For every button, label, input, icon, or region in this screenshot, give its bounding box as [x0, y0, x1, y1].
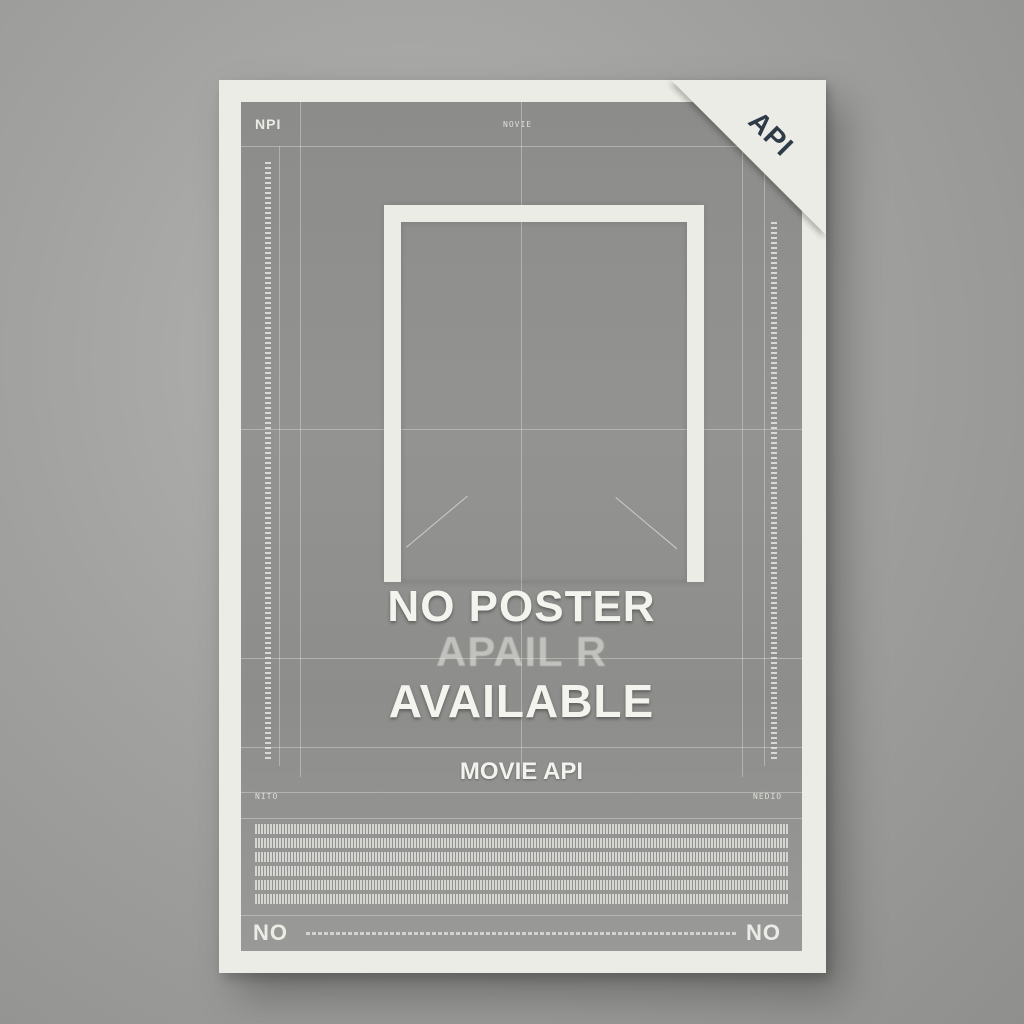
fine-print-block — [255, 824, 789, 908]
footer-left-tag: NITO — [255, 792, 279, 801]
footer-right-tag: NEDIO — [753, 792, 783, 801]
ghost-text: APAIL R — [435, 628, 608, 675]
headline-no-poster: NO POSTER — [387, 582, 656, 631]
bottom-fine-line — [306, 932, 736, 935]
subtitle-movie-api: MOVIE API — [459, 758, 584, 785]
grid-line — [241, 915, 802, 916]
bottom-left-no: NO — [253, 920, 288, 945]
bottom-right-no: NO — [746, 920, 781, 945]
grid-line — [241, 818, 802, 819]
grid-line — [241, 792, 802, 793]
corner-badge — [671, 80, 826, 235]
top-left-mark: NPI — [255, 116, 282, 132]
headline-available: AVAILABLE — [388, 675, 655, 727]
top-center-mark: NOVIE — [503, 120, 533, 129]
no-poster-placeholder: NPI NOVIE NO POSTER APAIL R AVAILABLE MO… — [219, 80, 826, 973]
